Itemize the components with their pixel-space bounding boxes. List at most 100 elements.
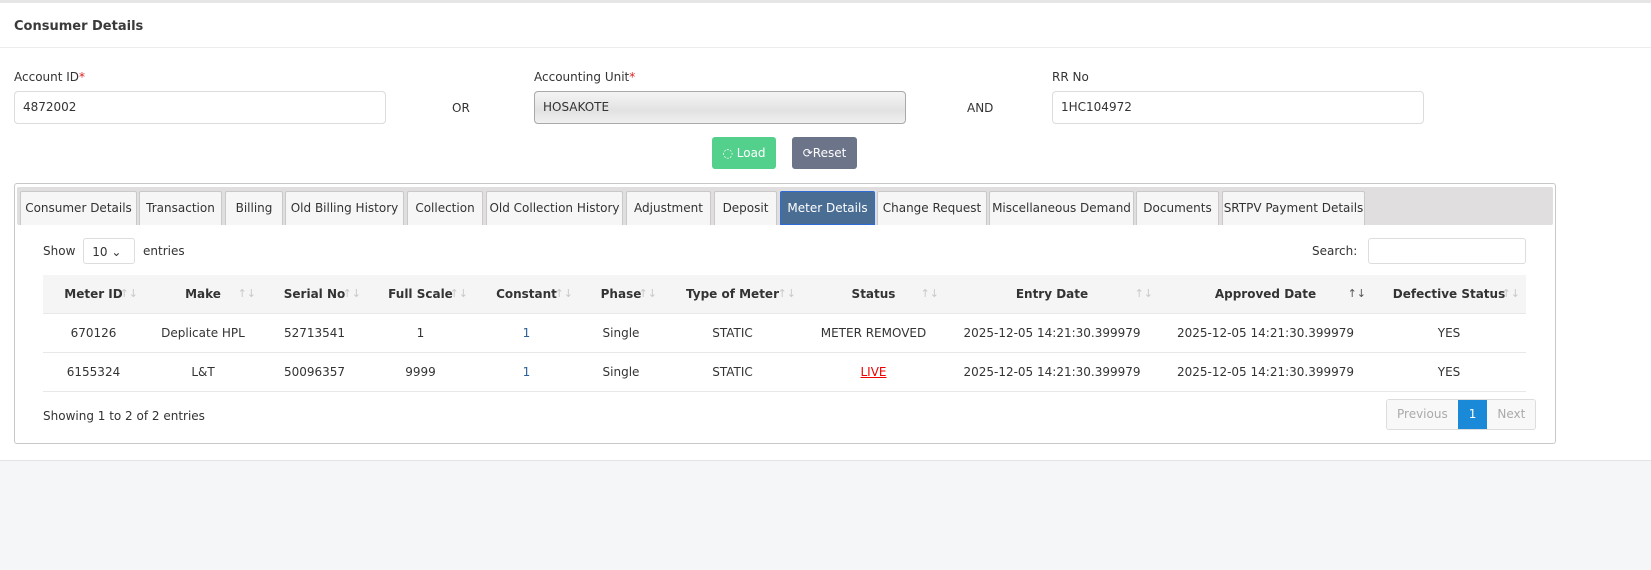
accounting-unit-label: Accounting Unit* [534, 70, 635, 84]
tab-collection[interactable]: Collection [407, 191, 483, 225]
table-cell: 52713541 [262, 313, 367, 353]
column-label: Meter ID [64, 286, 123, 301]
entries-select[interactable]: 10 ⌄ [83, 238, 136, 264]
tab-meter-details[interactable]: Meter Details [780, 191, 875, 225]
sort-icon: ↑↓ [342, 287, 361, 300]
label-text: Account ID [14, 70, 80, 84]
table-cell: YES [1372, 313, 1526, 353]
table-cell: 2025-12-05 14:21:30.399979 [1159, 352, 1372, 392]
table-cell: 1 [367, 313, 474, 353]
sort-icon: ↑↓ [1347, 287, 1366, 300]
table-cell: Single [579, 313, 663, 353]
tab-consumer-details[interactable]: Consumer Details [20, 191, 137, 225]
pagination: Previous 1 Next [1386, 399, 1537, 430]
table-cell: 6155324 [43, 352, 144, 392]
sort-icon: ↑↓ [638, 287, 657, 300]
column-header[interactable]: Make ↑↓ [144, 275, 262, 314]
table-cell: Deplicate HPL [144, 313, 262, 353]
load-button[interactable]: ◌ Load [712, 137, 776, 169]
spinner-icon: ◌ [722, 146, 737, 160]
consumer-details-card: Consumer Details Account ID* 4872002 OR … [0, 0, 1651, 461]
next-button[interactable]: Next [1487, 400, 1536, 429]
column-header[interactable]: Constant ↑↓ [474, 275, 579, 314]
column-label: Entry Date [1015, 286, 1089, 301]
show-label: Show [43, 244, 76, 258]
column-label: Constant [496, 286, 557, 301]
page-1-button[interactable]: 1 [1457, 400, 1488, 429]
or-text: OR [452, 101, 470, 115]
entries-label: entries [143, 244, 185, 258]
sort-icon: ↑↓ [1134, 287, 1153, 300]
column-label: Defective Status [1392, 286, 1506, 301]
entries-length: Show 10 ⌄ entries [43, 238, 185, 264]
tab-adjustment[interactable]: Adjustment [626, 191, 711, 225]
table-cell: 2025-12-05 14:21:30.399979 [1159, 313, 1372, 353]
tab-miscellaneous-demand[interactable]: Miscellaneous Demand [989, 191, 1134, 225]
table-cell: STATIC [663, 313, 802, 353]
reset-button[interactable]: ⟳Reset [792, 137, 857, 169]
table-cell: 1 [474, 352, 579, 392]
tab-srtpv-payment-details[interactable]: SRTPV Payment Details [1222, 191, 1365, 225]
sort-icon: ↑↓ [449, 287, 468, 300]
table-cell: 1 [474, 313, 579, 353]
column-header[interactable]: Meter ID ↑↓ [43, 275, 144, 314]
tab-documents[interactable]: Documents [1136, 191, 1219, 225]
required-mark: * [629, 70, 636, 84]
column-header[interactable]: Approved Date ↑↓ [1159, 275, 1372, 314]
tabs-panel: Consumer Details Transaction Billing Old… [14, 183, 1556, 444]
search-area: Search: [1312, 238, 1526, 264]
column-label: Status [851, 286, 896, 301]
column-header[interactable]: Full Scale ↑↓ [367, 275, 474, 314]
rr-no-label: RR No [1052, 70, 1089, 84]
divider [0, 47, 1651, 48]
and-text: AND [967, 101, 994, 115]
accounting-unit-select[interactable]: HOSAKOTE [534, 91, 906, 124]
tab-change-request[interactable]: Change Request [877, 191, 987, 225]
column-header[interactable]: Entry Date ↑↓ [945, 275, 1159, 314]
label-text: Accounting Unit [534, 70, 630, 84]
tab-old-billing-history[interactable]: Old Billing History [285, 191, 404, 225]
table-cell: 2025-12-05 14:21:30.399979 [945, 313, 1159, 353]
page-title: Consumer Details [14, 19, 144, 34]
table-header-row: Meter ID ↑↓ Make ↑↓ Serial No ↑↓ Full Scale ↑↓ C… [43, 275, 1526, 314]
column-label: Type of Meter [685, 286, 779, 301]
table-cell: L&T [144, 352, 262, 392]
table-row: 670126 Deplicate HPL 52713541 1 1 Single STATI… [43, 313, 1526, 353]
refresh-icon: ⟳ [802, 146, 813, 160]
tab-old-collection-history[interactable]: Old Collection History [486, 191, 623, 225]
column-header[interactable]: Status ↑↓ [802, 275, 945, 314]
status-link[interactable]: LIVE [802, 352, 945, 392]
sort-icon: ↑↓ [777, 287, 796, 300]
table-cell: 50096357 [262, 352, 367, 392]
sort-icon: ↑↓ [920, 287, 939, 300]
column-label: Phase [600, 286, 642, 301]
account-id-label: Account ID* [14, 70, 85, 84]
column-label: Make [185, 286, 221, 301]
entries-value: 10 [92, 245, 108, 259]
column-header[interactable]: Phase ↑↓ [579, 275, 663, 314]
reset-label: Reset [812, 146, 847, 160]
column-label: Approved Date [1214, 286, 1317, 301]
sort-icon: ↑↓ [1501, 287, 1520, 300]
chevron-down-icon: ⌄ [111, 245, 122, 259]
table-cell: 2025-12-05 14:21:30.399979 [945, 352, 1159, 392]
tab-deposit[interactable]: Deposit [714, 191, 777, 225]
rr-no-input[interactable]: 1HC104972 [1052, 91, 1424, 124]
column-header[interactable]: Serial No ↑↓ [262, 275, 367, 314]
table-cell: 9999 [367, 352, 474, 392]
search-input[interactable] [1368, 238, 1526, 264]
tab-transaction[interactable]: Transaction [139, 191, 222, 225]
previous-button[interactable]: Previous [1387, 400, 1458, 429]
search-label: Search: [1312, 244, 1358, 258]
column-label: Serial No [283, 286, 346, 301]
tab-billing[interactable]: Billing [225, 191, 283, 225]
table-cell: YES [1372, 352, 1526, 392]
column-header[interactable]: Type of Meter ↑↓ [663, 275, 802, 314]
table-cell: 670126 [43, 313, 144, 353]
account-id-input[interactable]: 4872002 [14, 91, 386, 124]
column-header[interactable]: Defective Status ↑↓ [1372, 275, 1526, 314]
table-cell: METER REMOVED [802, 313, 945, 353]
sort-icon: ↑↓ [554, 287, 573, 300]
meter-details-table: Meter ID ↑↓ Make ↑↓ Serial No ↑↓ Full Scale ↑↓ C… [43, 275, 1526, 392]
table-cell: Single [579, 352, 663, 392]
